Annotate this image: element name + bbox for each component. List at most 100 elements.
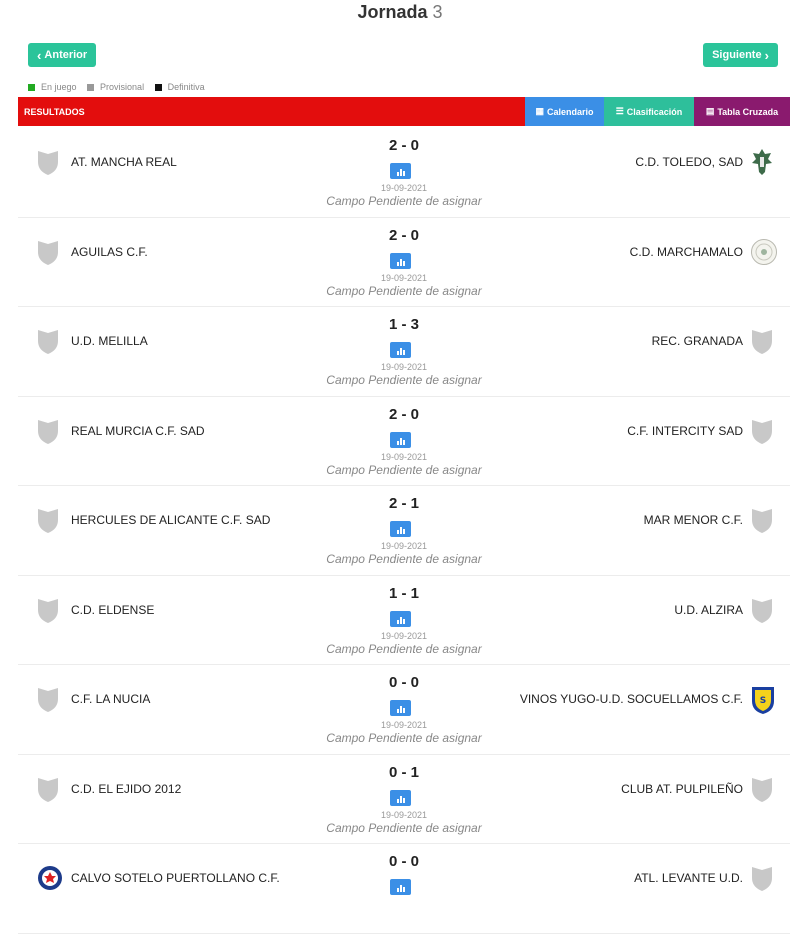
match-row[interactable]: C.F. LA NUCIA 0 - 0 19-09-2021 Campo Pen… — [18, 665, 790, 755]
away-team-crest-icon — [750, 775, 774, 803]
away-team-crest-icon — [750, 148, 774, 176]
match-row[interactable]: HERCULES DE ALICANTE C.F. SAD 2 - 1 19-0… — [18, 486, 790, 576]
away-team-crest-icon — [750, 238, 777, 266]
table-icon: ▤ — [705, 106, 715, 116]
away-team-crest-icon: S — [750, 685, 774, 714]
match-date: 19-09-2021 — [380, 183, 428, 193]
tab-clasificacion[interactable]: ☰ Clasificación — [604, 97, 694, 126]
bar-chart-icon — [399, 885, 402, 892]
match-row[interactable]: AGUILAS C.F. 2 - 0 19-09-2021 Campo Pend… — [18, 218, 790, 307]
match-score[interactable]: 0 - 0 — [18, 674, 790, 691]
status-legend: En juego Provisional Definitiva — [28, 82, 205, 92]
away-team-crest-icon — [750, 417, 774, 445]
match-stats-button[interactable] — [390, 700, 411, 716]
home-team-name[interactable]: U.D. MELILLA — [71, 334, 148, 348]
tab-tabla-cruzada-label: Tabla Cruzada — [717, 106, 779, 117]
bar-chart-icon — [402, 797, 405, 803]
round-navigation: ‹ Anterior Siguiente › — [0, 42, 800, 72]
next-round-label: Siguiente — [712, 49, 762, 61]
match-row[interactable]: C.D. ELDENSE 1 - 1 19-09-2021 Campo Pend… — [18, 576, 790, 665]
away-team-crest-icon — [750, 596, 774, 624]
away-team-crest-icon — [750, 506, 774, 534]
page-title: Jornada 3 — [0, 0, 800, 32]
match-score[interactable]: 1 - 3 — [18, 316, 790, 333]
match-score[interactable]: 0 - 0 — [18, 853, 790, 870]
previous-round-button[interactable]: ‹ Anterior — [28, 43, 97, 67]
match-stats-button[interactable] — [390, 252, 411, 269]
bar-chart-icon — [402, 887, 405, 892]
home-team-name[interactable]: C.F. LA NUCIA — [71, 692, 150, 706]
svg-text:S: S — [760, 696, 766, 706]
list-icon: ☰ — [615, 106, 624, 116]
away-team-name[interactable]: C.F. INTERCITY SAD — [627, 424, 743, 438]
match-score[interactable]: 2 - 0 — [18, 406, 790, 423]
home-team-name[interactable]: CALVO SOTELO PUERTOLLANO C.F. — [71, 871, 280, 885]
tab-calendario-label: Calendario — [547, 106, 594, 117]
match-date: 19-09-2021 — [380, 272, 428, 283]
match-score[interactable]: 2 - 0 — [18, 137, 790, 154]
bar-chart-icon — [396, 530, 399, 534]
away-team-name[interactable]: C.D. MARCHAMALO — [630, 245, 743, 259]
match-venue: Campo Pendiente de asignar — [326, 373, 482, 387]
match-row[interactable]: REAL MURCIA C.F. SAD 2 - 0 19-09-2021 Ca… — [18, 397, 790, 486]
provisional-status-swatch — [87, 83, 95, 91]
match-score[interactable]: 1 - 1 — [18, 585, 790, 602]
tab-tabla-cruzada[interactable]: ▤ Tabla Cruzada — [694, 97, 790, 126]
next-round-button[interactable]: Siguiente › — [703, 43, 778, 67]
bar-chart-icon — [402, 708, 405, 713]
bar-chart-icon — [402, 529, 405, 534]
match-row[interactable]: CALVO SOTELO PUERTOLLANO C.F. 0 - 0 ATL.… — [18, 844, 790, 934]
match-score[interactable]: 0 - 1 — [18, 764, 790, 781]
match-stats-button[interactable] — [390, 610, 411, 627]
round-title: Jornada — [357, 2, 428, 22]
home-team-name[interactable]: C.D. ELDENSE — [71, 603, 154, 617]
match-stats-button[interactable] — [390, 342, 411, 358]
away-team-name[interactable]: CLUB AT. PULPILEÑO — [621, 782, 743, 796]
away-team-name[interactable]: U.D. ALZIRA — [674, 603, 743, 617]
away-team-name[interactable]: C.D. TOLEDO, SAD — [635, 155, 743, 169]
match-venue: Campo Pendiente de asignar — [326, 283, 482, 298]
results-bar: RESULTADOS ▦ Calendario ☰ Clasificación … — [18, 97, 790, 126]
match-row[interactable]: C.D. EL EJIDO 2012 0 - 1 19-09-2021 Camp… — [18, 755, 790, 844]
match-stats-button[interactable] — [390, 431, 411, 448]
away-team-name[interactable]: MAR MENOR C.F. — [644, 513, 743, 527]
match-venue: Campo Pendiente de asignar — [326, 820, 482, 835]
bar-chart-icon — [396, 798, 399, 803]
match-score[interactable]: 2 - 0 — [18, 227, 790, 244]
match-stats-button[interactable] — [390, 521, 411, 537]
bar-chart-icon — [396, 709, 399, 713]
results-title: RESULTADOS — [24, 106, 85, 117]
bar-chart-icon — [396, 440, 399, 445]
bar-chart-icon — [402, 171, 405, 176]
final-status-swatch — [154, 83, 162, 91]
bar-chart-icon — [399, 258, 402, 266]
match-stats-button[interactable] — [390, 163, 411, 179]
match-row[interactable]: AT. MANCHA REAL 2 - 0 19-09-2021 Campo P… — [18, 128, 790, 218]
tab-calendario[interactable]: ▦ Calendario — [525, 97, 604, 126]
away-team-name[interactable]: ATL. LEVANTE U.D. — [634, 871, 743, 885]
match-stats-button[interactable] — [390, 789, 411, 806]
match-row[interactable]: U.D. MELILLA 1 - 3 19-09-2021 Campo Pend… — [18, 307, 790, 397]
home-team-name[interactable]: HERCULES DE ALICANTE C.F. SAD — [71, 513, 270, 527]
chevron-left-icon: ‹ — [37, 47, 42, 63]
home-team-name[interactable]: REAL MURCIA C.F. SAD — [71, 424, 205, 438]
match-date: 19-09-2021 — [380, 720, 428, 730]
bar-chart-icon — [396, 888, 399, 892]
legend-provisional-label: Provisional — [100, 82, 145, 92]
bar-chart-icon — [402, 260, 405, 266]
match-date: 19-09-2021 — [380, 541, 428, 551]
match-venue: Campo Pendiente de asignar — [326, 462, 482, 477]
bar-chart-icon — [399, 706, 402, 713]
match-score[interactable]: 2 - 1 — [18, 495, 790, 512]
match-venue: Campo Pendiente de asignar — [326, 731, 482, 745]
bar-chart-icon — [396, 619, 399, 624]
away-team-name[interactable]: VINOS YUGO-U.D. SOCUELLAMOS C.F. — [520, 692, 743, 706]
home-team-name[interactable]: AT. MANCHA REAL — [71, 155, 177, 169]
away-team-name[interactable]: REC. GRANADA — [652, 334, 743, 348]
home-team-name[interactable]: C.D. EL EJIDO 2012 — [71, 782, 181, 796]
home-team-name[interactable]: AGUILAS C.F. — [71, 245, 148, 259]
match-date: 19-09-2021 — [380, 451, 428, 462]
match-stats-button[interactable] — [390, 879, 411, 895]
match-list: AT. MANCHA REAL 2 - 0 19-09-2021 Campo P… — [18, 128, 790, 934]
bar-chart-icon — [399, 169, 402, 176]
